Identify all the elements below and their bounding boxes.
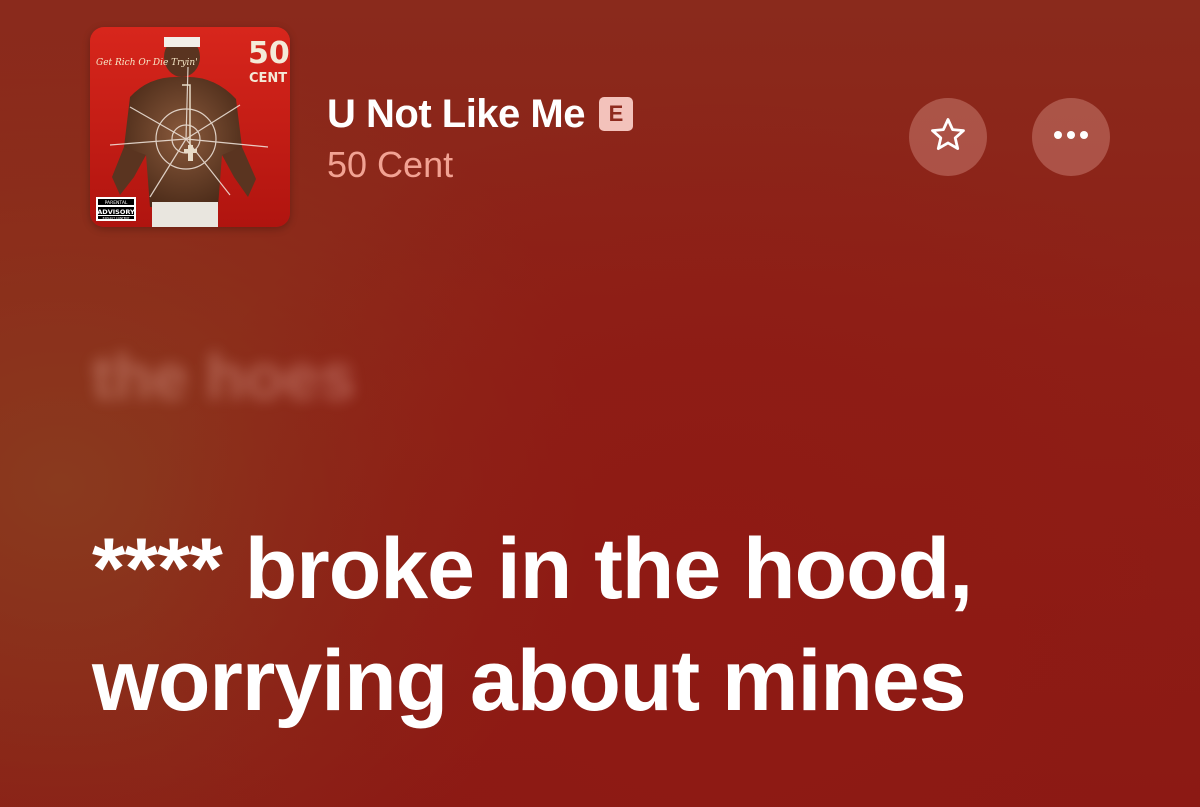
lyric-line-previous[interactable]: the hoes bbox=[92, 340, 355, 414]
title-row: U Not Like Me E bbox=[327, 88, 633, 140]
star-icon bbox=[928, 115, 968, 160]
lyric-line-current[interactable]: **** broke in the hood, bbox=[92, 520, 973, 619]
track-info: U Not Like Me E 50 Cent bbox=[327, 88, 633, 186]
svg-text:EXPLICIT CONTENT: EXPLICIT CONTENT bbox=[103, 216, 130, 220]
track-artist[interactable]: 50 Cent bbox=[327, 144, 633, 186]
track-title[interactable]: U Not Like Me bbox=[327, 92, 585, 137]
lyric-line-current-continued[interactable]: worrying about mines bbox=[92, 632, 967, 731]
album-title-text: Get Rich Or Die Tryin' bbox=[96, 58, 198, 68]
now-playing-header: Get Rich Or Die Tryin' 50 CENT PARENTAL … bbox=[0, 0, 1200, 260]
svg-text:ADVISORY: ADVISORY bbox=[97, 208, 135, 216]
album-cover-graphic: Get Rich Or Die Tryin' 50 CENT PARENTAL … bbox=[90, 27, 290, 227]
explicit-badge: E bbox=[598, 97, 633, 131]
album-artist-subtext: CENT bbox=[249, 71, 287, 86]
more-options-button[interactable] bbox=[1032, 98, 1110, 176]
ellipsis-icon bbox=[1051, 128, 1091, 146]
favorite-button[interactable] bbox=[909, 98, 987, 176]
album-artist-number: 50 bbox=[248, 36, 290, 71]
album-artwork[interactable]: Get Rich Or Die Tryin' 50 CENT PARENTAL … bbox=[90, 27, 290, 227]
parental-advisory-label: PARENTAL ADVISORY EXPLICIT CONTENT bbox=[96, 197, 136, 221]
svg-text:PARENTAL: PARENTAL bbox=[105, 200, 128, 206]
